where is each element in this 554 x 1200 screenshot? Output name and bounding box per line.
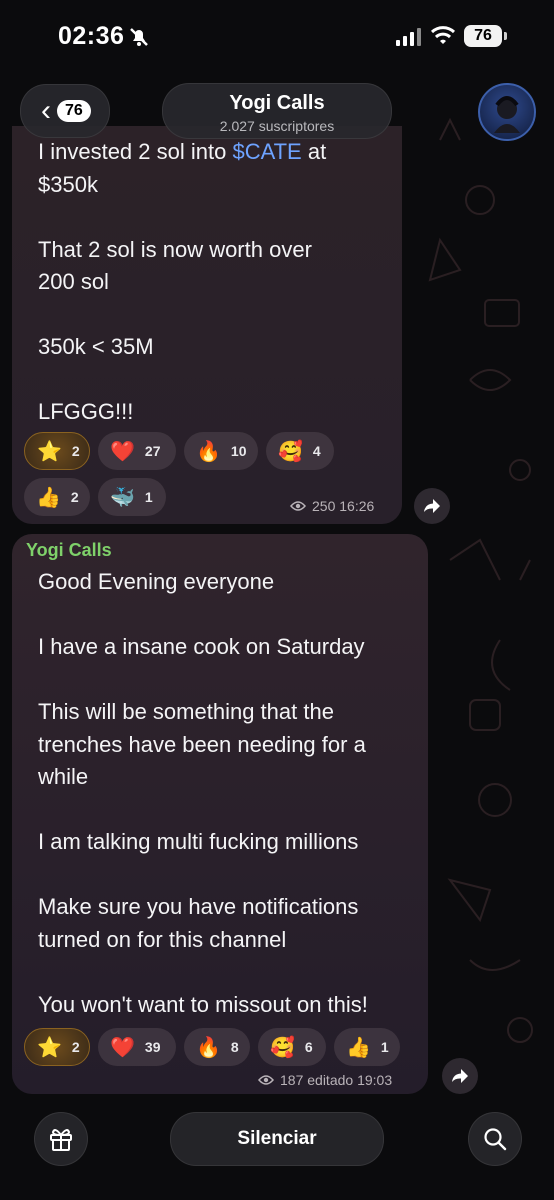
message-1-line1-suffix: at	[301, 139, 327, 164]
star-icon: ⭐	[37, 1036, 62, 1059]
message-bubble-2[interactable]: Yogi Calls Good Evening everyone I have …	[12, 534, 428, 1094]
channel-name: Yogi Calls	[229, 92, 325, 114]
message-2-meta: 187 editado 19:03	[258, 1072, 392, 1088]
smiling-hearts-icon: 🥰	[270, 1036, 295, 1059]
share-icon	[452, 1069, 468, 1083]
cashtag-link[interactable]: $CATE	[232, 139, 301, 164]
reaction-count: 27	[144, 443, 161, 459]
reaction-count: 10	[230, 443, 247, 459]
reaction-count: 1	[144, 489, 153, 505]
status-time: 02:36	[58, 22, 125, 50]
message-1-text: I invested 2 sol into $CATE at $350k Tha…	[38, 136, 388, 429]
search-button[interactable]	[468, 1112, 522, 1166]
smiling-hearts-icon: 🥰	[278, 440, 303, 463]
reaction-count: 8	[230, 1039, 239, 1055]
heart-icon: ❤️	[110, 440, 135, 463]
message-1-meta: 250 16:26	[290, 498, 374, 514]
thumbs-up-icon: 👍	[346, 1036, 371, 1059]
eye-icon	[258, 1075, 274, 1085]
message-1-body: $350k That 2 sol is now worth over 200 s…	[38, 171, 312, 425]
subscriber-count: 2.027 suscriptores	[219, 118, 335, 134]
wifi-icon	[430, 26, 456, 44]
reaction-count: 2	[70, 489, 79, 505]
reaction-smiling-hearts[interactable]: 🥰 4	[266, 432, 334, 470]
share-icon	[424, 499, 440, 513]
signal-icon	[396, 28, 421, 46]
message-1-views-time: 250 16:26	[312, 498, 375, 514]
reaction-smiling-hearts[interactable]: 🥰 6	[258, 1028, 326, 1066]
reaction-thumbs-up[interactable]: 👍 1	[334, 1028, 400, 1066]
battery-icon: 76	[464, 25, 507, 47]
gift-button[interactable]	[34, 1112, 88, 1166]
star-icon: ⭐	[37, 440, 62, 463]
status-bar: 02:36 76	[0, 0, 554, 72]
reaction-star[interactable]: ⭐ 2	[24, 1028, 90, 1066]
channel-avatar[interactable]	[478, 83, 536, 141]
chevron-left-icon: ‹	[41, 94, 51, 127]
message-sender[interactable]: Yogi Calls	[26, 540, 112, 561]
share-button-2[interactable]	[442, 1058, 478, 1094]
reaction-fire[interactable]: 🔥 8	[184, 1028, 250, 1066]
mute-button[interactable]: Silenciar	[170, 1112, 384, 1166]
reaction-star[interactable]: ⭐ 2	[24, 432, 90, 470]
message-2-body: Good Evening everyone I have a insane co…	[38, 569, 368, 1017]
reaction-fire[interactable]: 🔥 10	[184, 432, 258, 470]
reaction-whale[interactable]: 🐳 1	[98, 478, 166, 516]
reaction-heart[interactable]: ❤️ 27	[98, 432, 176, 470]
thumbs-up-icon: 👍	[36, 486, 61, 509]
message-2-views-time: 187 editado 19:03	[280, 1072, 393, 1088]
share-button-1[interactable]	[414, 488, 450, 524]
reaction-count: 1	[380, 1039, 389, 1055]
message-bubble-1[interactable]: I invested 2 sol into $CATE at $350k Tha…	[12, 126, 402, 524]
reaction-count: 4	[312, 443, 321, 459]
back-button[interactable]: ‹ 76	[20, 84, 110, 138]
channel-title[interactable]: Yogi Calls 2.027 suscriptores	[162, 83, 392, 139]
heart-icon: ❤️	[110, 1036, 135, 1059]
eye-icon	[290, 501, 306, 511]
reaction-thumbs-up[interactable]: 👍 2	[24, 478, 90, 516]
search-icon	[484, 1128, 507, 1151]
avatar-image	[494, 96, 520, 133]
fire-icon: 🔥	[196, 440, 221, 463]
reaction-count: 2	[71, 443, 80, 459]
message-1-line1: I invested 2 sol into	[38, 139, 233, 164]
gift-icon	[50, 1129, 72, 1151]
whale-icon: 🐳	[110, 486, 135, 509]
reaction-count: 6	[304, 1039, 313, 1055]
bell-slash-icon	[130, 28, 148, 46]
reaction-heart[interactable]: ❤️ 39	[98, 1028, 176, 1066]
reaction-count: 2	[71, 1039, 80, 1055]
unread-count-badge: 76	[57, 100, 91, 122]
fire-icon: 🔥	[196, 1036, 221, 1059]
reaction-count: 39	[144, 1039, 161, 1055]
